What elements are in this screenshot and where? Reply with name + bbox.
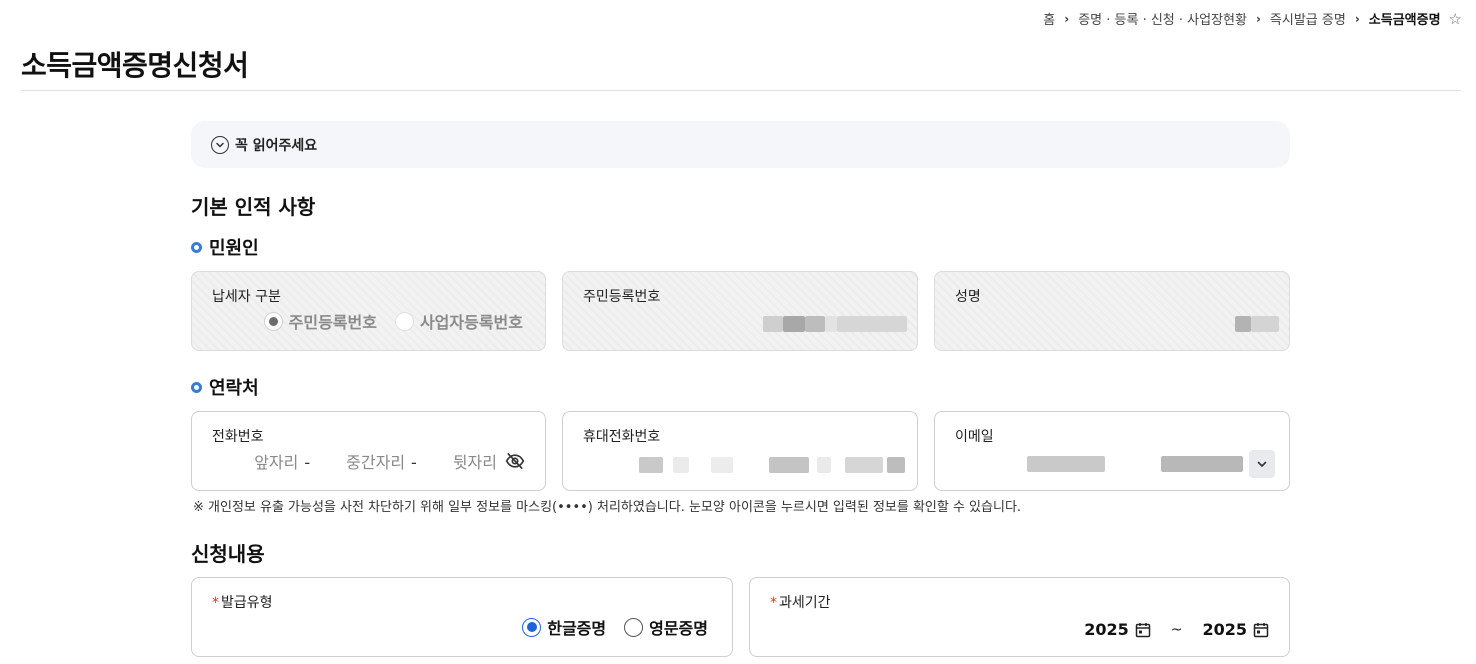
issue-type-english-radio[interactable]: 영문증명	[624, 615, 708, 639]
breadcrumb-instant-issue[interactable]: 즉시발급 증명	[1270, 9, 1346, 28]
masking-notice: ※ 개인정보 유출 가능성을 사전 차단하기 위해 일부 정보를 마스킹(•••…	[193, 500, 1022, 515]
subsection-contact: 연락처	[191, 374, 259, 400]
taxpayer-type-label: 납세자 구분	[212, 289, 281, 305]
issue-type-card: * 발급유형 한글증명 영문증명	[191, 577, 733, 657]
chevron-down-icon	[1257, 461, 1267, 467]
taxpayer-type-business-radio[interactable]: 사업자등록번호	[394, 309, 523, 333]
email-card: 이메일	[934, 411, 1290, 491]
section-bullet-icon	[191, 381, 202, 393]
calendar-icon[interactable]	[1253, 622, 1269, 638]
issue-type-english-label: 영문증명	[649, 619, 708, 638]
name-label: 성명	[955, 289, 981, 305]
name-card: 성명	[934, 271, 1290, 351]
notice-label: 꼭 읽어주세요	[235, 137, 318, 154]
tax-period-from-input[interactable]: 2025	[1084, 620, 1129, 639]
resident-number-masked-value[interactable]	[763, 316, 907, 332]
subsection-contact-title: 연락처	[209, 378, 259, 399]
issue-type-korean-label: 한글증명	[547, 619, 607, 638]
page-title: 소득금액증명신청서	[21, 49, 249, 82]
breadcrumb-separator: ›	[1064, 11, 1070, 26]
section-title-basic-info: 기본 인적 사항	[191, 195, 316, 219]
mobile-masked-value[interactable]	[639, 457, 905, 473]
eye-off-icon[interactable]	[505, 451, 525, 471]
phone-label: 전화번호	[212, 429, 264, 445]
breadcrumb-certificates[interactable]: 증명 · 등록 · 신청 · 사업장현황	[1078, 9, 1247, 28]
tax-period-label: * 과세기간	[770, 595, 831, 611]
mobile-card: 휴대전화번호	[562, 411, 918, 491]
taxpayer-type-card: 납세자 구분 주민등록번호 사업자등록번호	[191, 271, 546, 351]
mobile-label: 휴대전화번호	[583, 429, 661, 445]
email-id-masked[interactable]	[1027, 456, 1105, 472]
issue-type-label: * 발급유형	[212, 595, 273, 611]
breadcrumb-separator: ›	[1354, 11, 1360, 26]
email-domain-select[interactable]	[1249, 450, 1275, 478]
calendar-icon[interactable]	[1135, 622, 1151, 638]
resident-number-label: 주민등록번호	[583, 289, 661, 305]
subsection-applicant: 민원인	[191, 234, 259, 260]
tax-period-separator: ~	[1170, 621, 1183, 638]
tax-period-to-input[interactable]: 2025	[1202, 620, 1247, 639]
section-title-application: 신청내용	[191, 542, 265, 566]
chevron-down-circle-icon	[211, 135, 229, 154]
phone-middle-input[interactable]: 중간자리 -	[346, 449, 417, 473]
taxpayer-type-resident-label: 주민등록번호	[288, 313, 377, 332]
breadcrumb: 홈 › 증명 · 등록 · 신청 · 사업장현황 › 즉시발급 증명 › 소득금…	[1043, 9, 1462, 29]
breadcrumb-home[interactable]: 홈	[1043, 9, 1055, 28]
phone-area-input[interactable]: 앞자리 -	[254, 449, 310, 473]
issue-type-korean-radio[interactable]: 한글증명	[522, 615, 606, 639]
taxpayer-type-resident-radio[interactable]: 주민등록번호	[263, 309, 377, 333]
taxpayer-type-business-label: 사업자등록번호	[419, 313, 523, 332]
notice-toggle[interactable]: 꼭 읽어주세요	[191, 121, 1290, 168]
resident-number-card: 주민등록번호	[562, 271, 918, 351]
email-domain-masked[interactable]	[1161, 456, 1243, 472]
name-masked-value	[1235, 316, 1279, 332]
title-divider	[21, 90, 1461, 91]
breadcrumb-current: 소득금액증명	[1368, 13, 1441, 28]
favorite-star-icon[interactable]: ☆	[1449, 10, 1462, 28]
section-bullet-icon	[191, 241, 202, 253]
email-label: 이메일	[955, 429, 994, 445]
breadcrumb-separator: ›	[1255, 11, 1261, 26]
tax-period-card: * 과세기간 2025 ~ 2025	[749, 577, 1290, 657]
phone-card: 전화번호 앞자리 - 중간자리 - 뒷자리	[191, 411, 546, 491]
subsection-applicant-title: 민원인	[209, 238, 259, 259]
phone-last-input[interactable]: 뒷자리	[453, 449, 497, 473]
